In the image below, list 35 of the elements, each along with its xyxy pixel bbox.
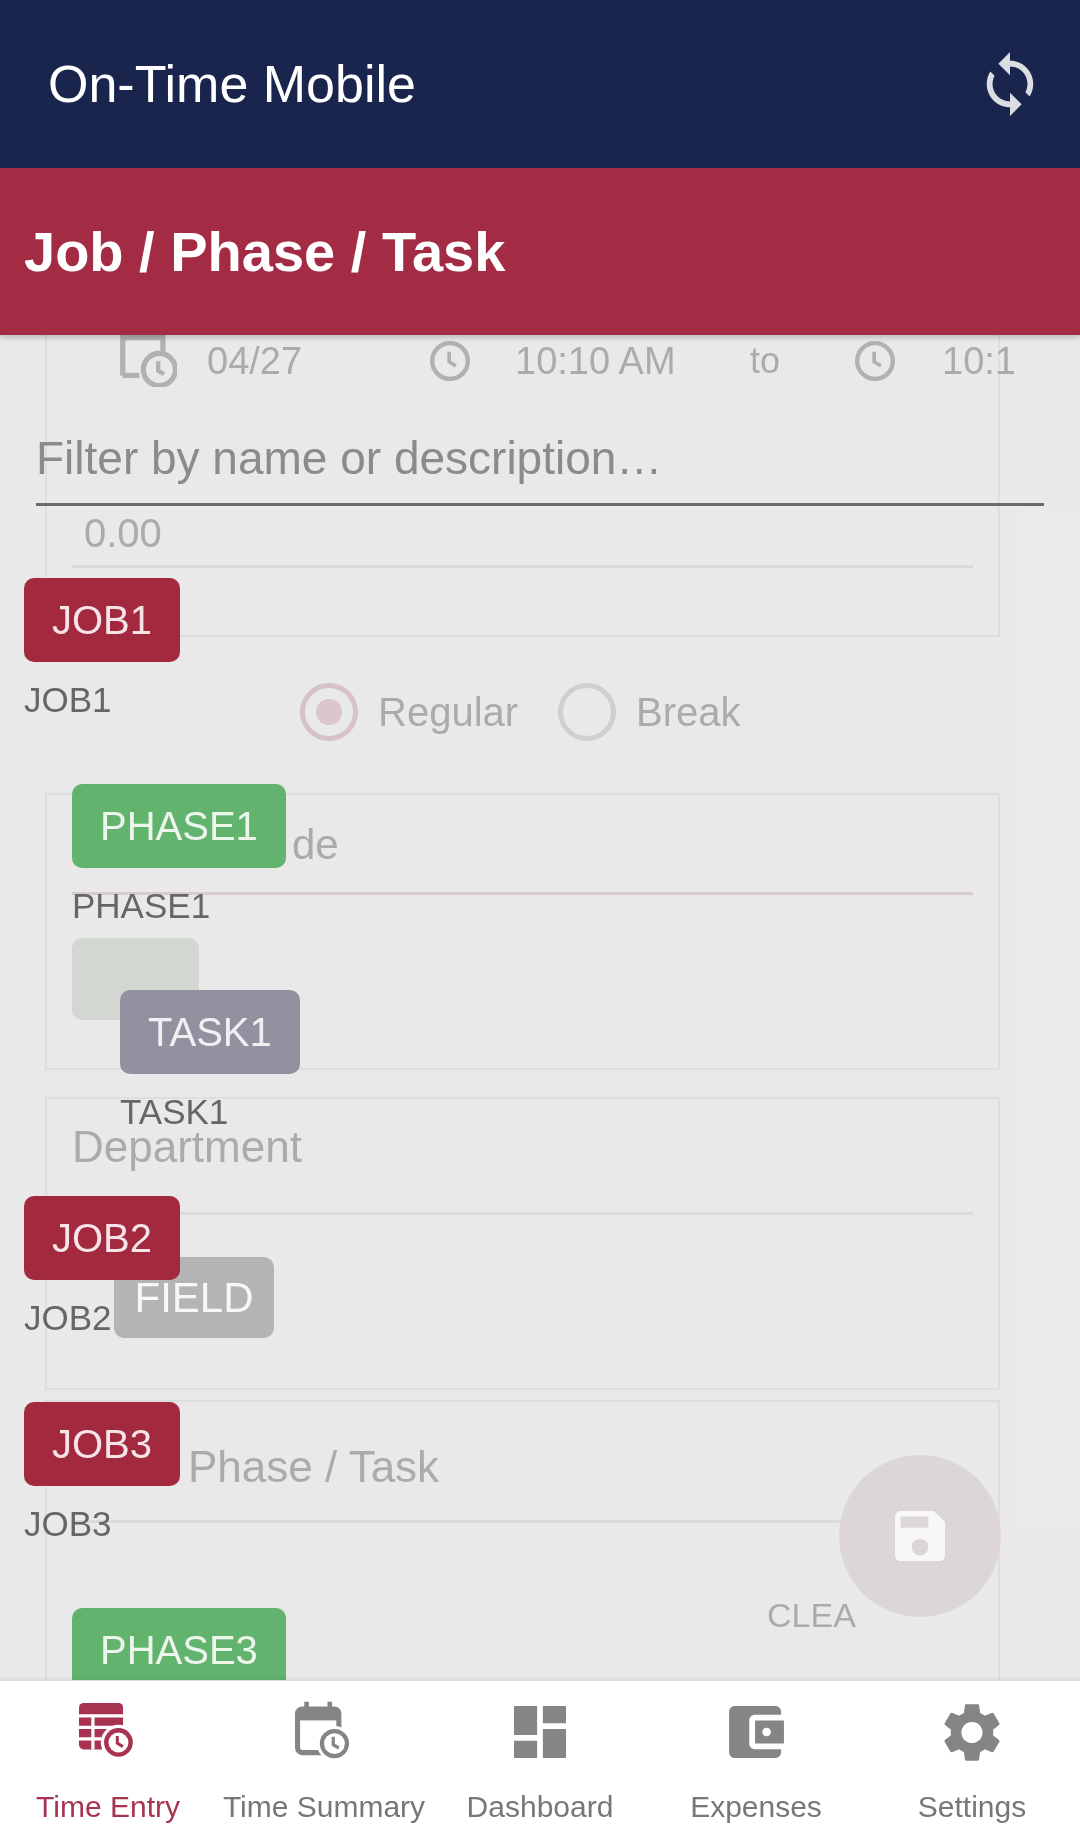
sync-icon xyxy=(986,52,1034,116)
field-label: Phase / Task xyxy=(188,1442,440,1492)
radio-button[interactable] xyxy=(300,683,358,741)
phase-chip[interactable]: PHASE3 xyxy=(72,1608,286,1680)
picker-title: Job / Phase / Task xyxy=(24,218,506,285)
nav-tab[interactable]: Settings xyxy=(864,1681,1080,1848)
nav-tab[interactable]: Dashboard xyxy=(432,1681,648,1848)
job-name[interactable]: JOB1 xyxy=(24,680,112,720)
phase-name[interactable]: PHASE1 xyxy=(72,886,211,926)
nav-tab[interactable]: Expenses xyxy=(648,1681,864,1848)
job-name[interactable]: JOB2 xyxy=(24,1298,112,1338)
dashboard-icon xyxy=(514,1706,566,1758)
phase-chip[interactable]: PHASE1 xyxy=(72,784,286,868)
radio-button[interactable] xyxy=(558,683,617,741)
separator-text: to xyxy=(750,341,781,381)
job-chip[interactable]: JOB3 xyxy=(24,1402,181,1486)
job-chip[interactable]: JOB2 xyxy=(24,1196,181,1280)
field-label: de xyxy=(292,822,339,868)
task-chip[interactable]: TASK1 xyxy=(120,990,300,1074)
wallet-icon xyxy=(728,1706,784,1758)
clock-icon xyxy=(855,341,895,381)
job-chip[interactable]: JOB1 xyxy=(24,578,181,662)
nav-tab[interactable]: Time Entry xyxy=(0,1681,216,1848)
save-icon xyxy=(895,1511,945,1561)
radio-label: Regular xyxy=(378,689,519,735)
filter-field[interactable]: Filter by name or description… xyxy=(36,428,1044,506)
sync-button[interactable] xyxy=(986,52,1034,116)
nav-tab[interactable]: Time Summary xyxy=(216,1681,432,1848)
hours-value: 0.00 xyxy=(84,510,162,556)
clock-icon xyxy=(430,341,470,381)
job-name[interactable]: JOB3 xyxy=(24,1504,112,1544)
app-title: On-Time Mobile xyxy=(48,54,416,115)
radio-label: Break xyxy=(636,689,741,735)
calendar-clock-icon xyxy=(120,335,177,387)
settings-icon xyxy=(944,1702,1000,1762)
